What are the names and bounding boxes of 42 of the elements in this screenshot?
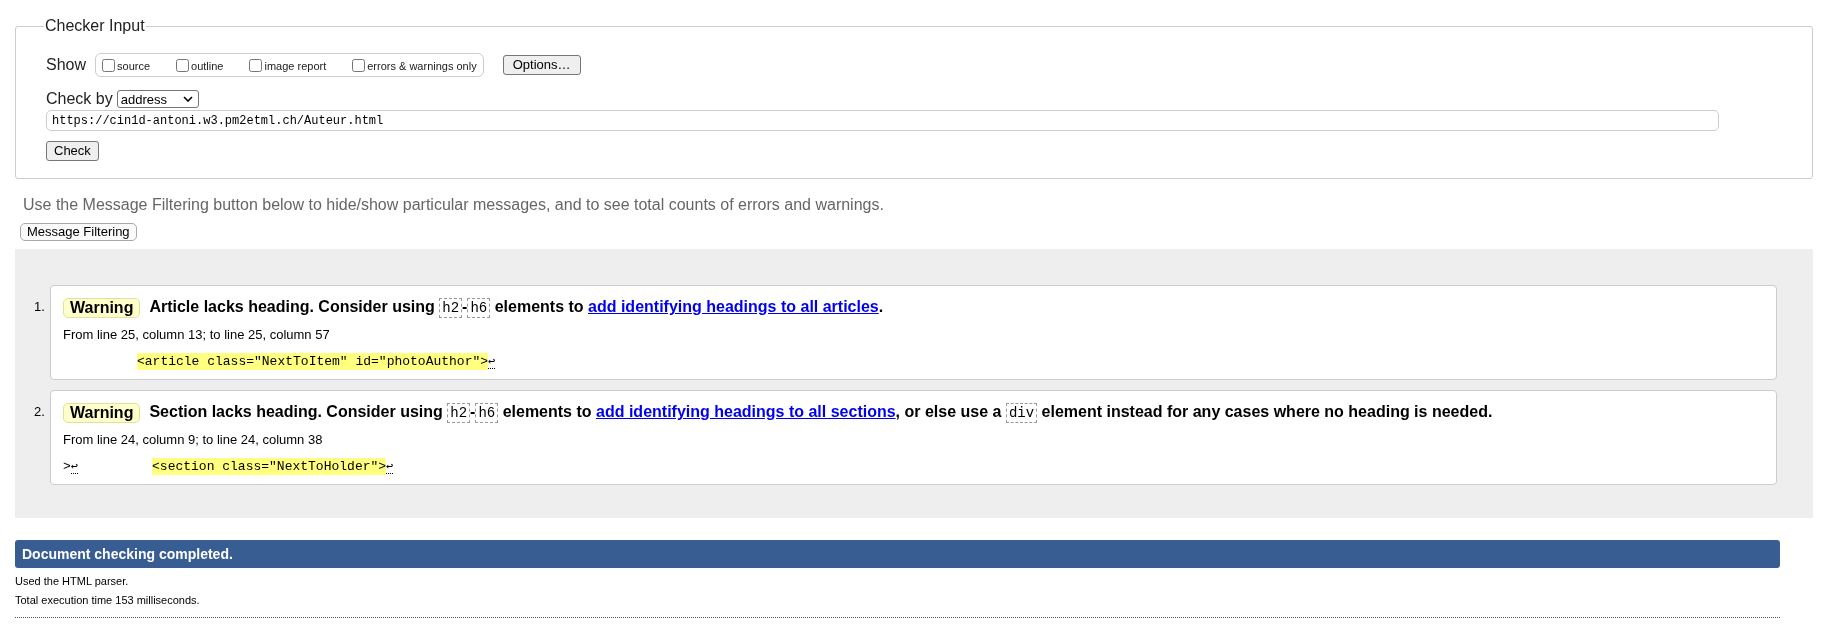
highlighted-code: <article class="NextToItem" id="photoAuthor"> (137, 353, 489, 370)
check-by-label: Check by (46, 90, 113, 108)
panel-legend: Checker Input (44, 17, 146, 35)
filtering-hint: Use the Message Filtering button below to hide/show particular messages, and to see total counts of errors and warnings. (23, 196, 885, 214)
checkbox-label: outline (191, 60, 224, 73)
check-by-select[interactable]: address (116, 90, 199, 108)
code-text: > (63, 458, 71, 475)
code-tag: h2 (439, 298, 463, 318)
checkbox[interactable] (249, 58, 263, 72)
show-label: Show (46, 56, 87, 74)
line-break-mark: ↩ (386, 459, 394, 474)
code-tag: h2 (447, 403, 471, 423)
info-text: Total execution time 153 milliseconds. (15, 594, 201, 607)
message-filtering-button[interactable]: Message Filtering (20, 223, 137, 241)
warning-message: Section lacks heading. Consider using h2 - h6 elements to add identifying headings to all sections, or else use a div element instead for any cases where no heading is needed. (149, 402, 1493, 424)
info-text: Used the HTML parser. (15, 575, 130, 588)
warning-badge: Warning (63, 297, 141, 318)
warning-message: Article lacks heading. Consider using h2 - h6 elements to add identifying headings to all articles. (149, 297, 884, 319)
options-button[interactable]: Options… (502, 55, 581, 75)
checkbox-label: image report (264, 60, 327, 73)
checkbox[interactable] (102, 58, 116, 72)
location-text: From line 25, column 13; to line 25, column 57 (63, 327, 331, 343)
caret-icon (182, 96, 193, 102)
code-tag: h6 (467, 298, 491, 318)
checkbox[interactable] (352, 58, 366, 72)
line-break-mark: ↩ (488, 354, 496, 369)
location-text: From line 24, column 9; to line 24, column 38 (63, 432, 324, 448)
list-number: 2. (34, 403, 46, 419)
list-number: 1. (34, 298, 46, 314)
help-link[interactable]: add identifying headings to all sections (596, 403, 896, 420)
checkbox[interactable] (176, 58, 190, 72)
code-tag: h6 (475, 403, 499, 423)
url-field[interactable]: https://cin1d-antoni.w3.pm2etml.ch/Auteur.html (46, 110, 1719, 131)
checkbox-label: source (117, 60, 151, 73)
check-button[interactable]: Check (46, 141, 99, 161)
highlighted-code: <section class="NextToHolder"> (152, 458, 387, 475)
warning-badge: Warning (63, 402, 141, 423)
status-banner: Document checking completed. (15, 540, 1780, 568)
code-tag: div (1005, 403, 1038, 423)
checkbox-label: errors & warnings only (367, 60, 477, 73)
help-link[interactable]: add identifying headings to all articles (588, 298, 879, 315)
line-break-mark: ↩ (70, 459, 79, 474)
